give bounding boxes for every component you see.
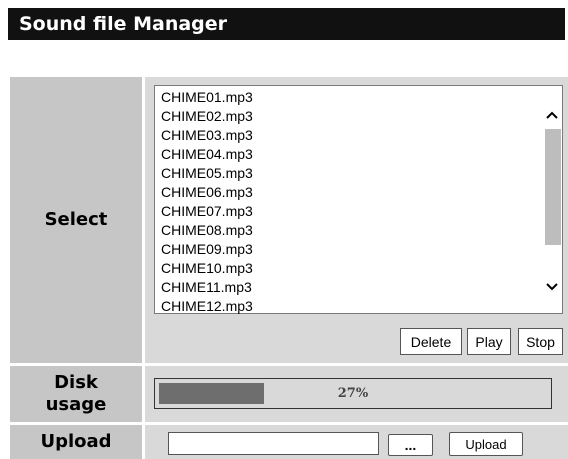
scroll-down-button[interactable] [542,272,562,302]
upload-label: Upload [10,425,142,459]
chevron-down-icon [546,283,558,291]
upload-button[interactable]: Upload [449,432,523,456]
file-list-item[interactable]: CHIME09.mp3 [161,240,253,259]
file-list-item[interactable]: CHIME12.mp3 [161,297,253,316]
disk-usage-label-line2: usage [45,394,107,415]
file-list-item[interactable]: CHIME03.mp3 [161,126,253,145]
chevron-up-icon [546,111,558,119]
file-list-item[interactable]: CHIME06.mp3 [161,183,253,202]
scroll-thumb[interactable] [545,129,561,245]
file-list-item[interactable]: CHIME07.mp3 [161,202,253,221]
file-list-item[interactable]: CHIME02.mp3 [161,107,253,126]
file-list-item[interactable]: CHIME04.mp3 [161,145,253,164]
file-list-item[interactable]: CHIME05.mp3 [161,164,253,183]
browse-button[interactable]: ... [388,434,433,456]
file-list-items: CHIME01.mp3 CHIME02.mp3 CHIME03.mp3 CHIME04… [161,88,253,316]
file-list-item[interactable]: CHIME10.mp3 [161,259,253,278]
disk-usage-percent: 27% [337,386,369,401]
file-list-scrollbar[interactable] [542,86,562,313]
sound-file-list[interactable]: CHIME01.mp3 CHIME02.mp3 CHIME03.mp3 CHIME04… [154,85,563,314]
delete-button[interactable]: Delete [400,328,462,355]
file-list-item[interactable]: CHIME08.mp3 [161,221,253,240]
disk-usage-label: Disk usage [10,366,142,422]
scroll-up-button[interactable] [542,100,562,130]
upload-file-input[interactable] [168,432,379,455]
select-label: Select [10,77,142,363]
stop-button[interactable]: Stop [518,328,563,355]
disk-usage-label-line1: Disk [54,372,98,393]
file-list-item[interactable]: CHIME11.mp3 [161,278,253,297]
page-title: Sound file Manager [8,8,565,40]
file-list-item[interactable]: CHIME01.mp3 [161,88,253,107]
disk-usage-bar: 27% [154,378,552,409]
play-button[interactable]: Play [467,328,511,355]
